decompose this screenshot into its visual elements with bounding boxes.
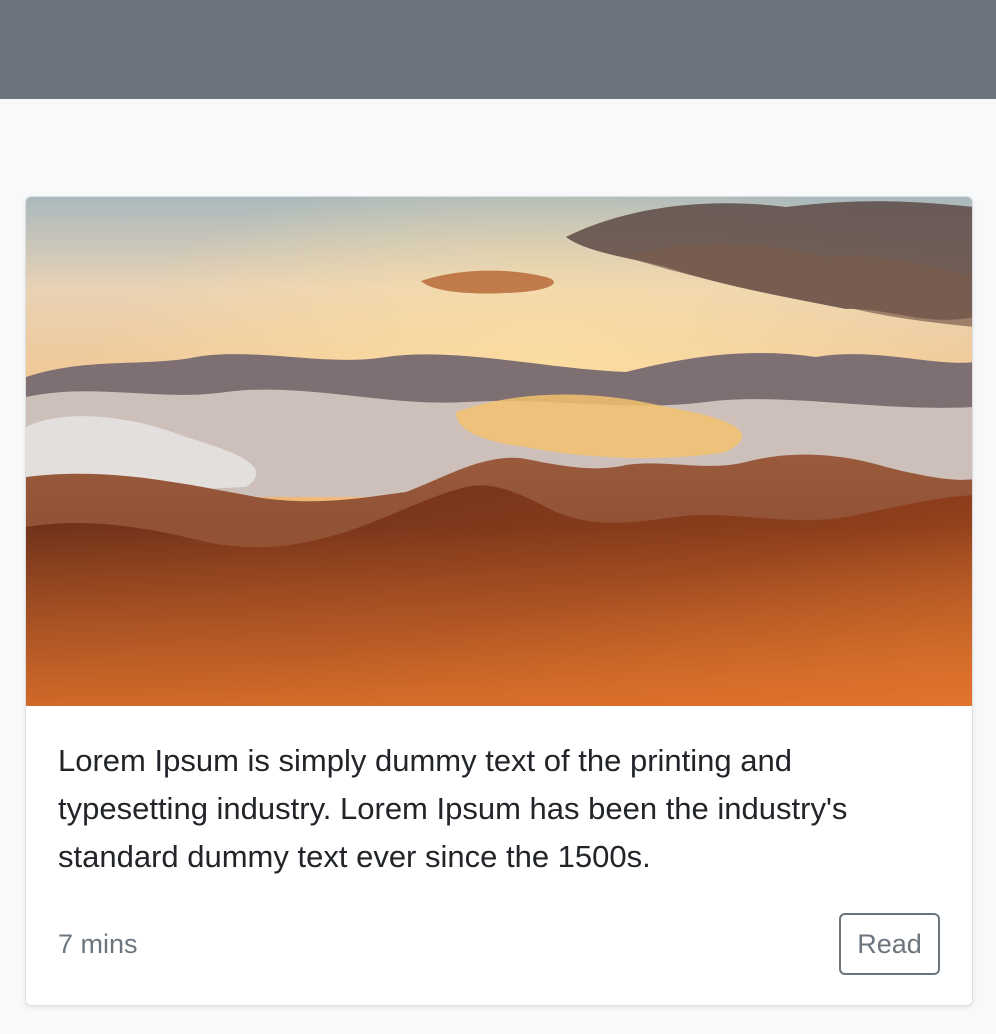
read-time: 7 mins bbox=[58, 928, 138, 959]
card-image bbox=[26, 197, 972, 706]
card-body: Lorem Ipsum is simply dummy text of the … bbox=[58, 737, 938, 881]
card-footer: 7 mins Read bbox=[58, 913, 940, 975]
read-button[interactable]: Read bbox=[839, 913, 940, 975]
card-description: Lorem Ipsum is simply dummy text of the … bbox=[58, 743, 848, 874]
article-card: Lorem Ipsum is simply dummy text of the … bbox=[25, 196, 973, 1006]
top-navbar bbox=[0, 0, 996, 99]
